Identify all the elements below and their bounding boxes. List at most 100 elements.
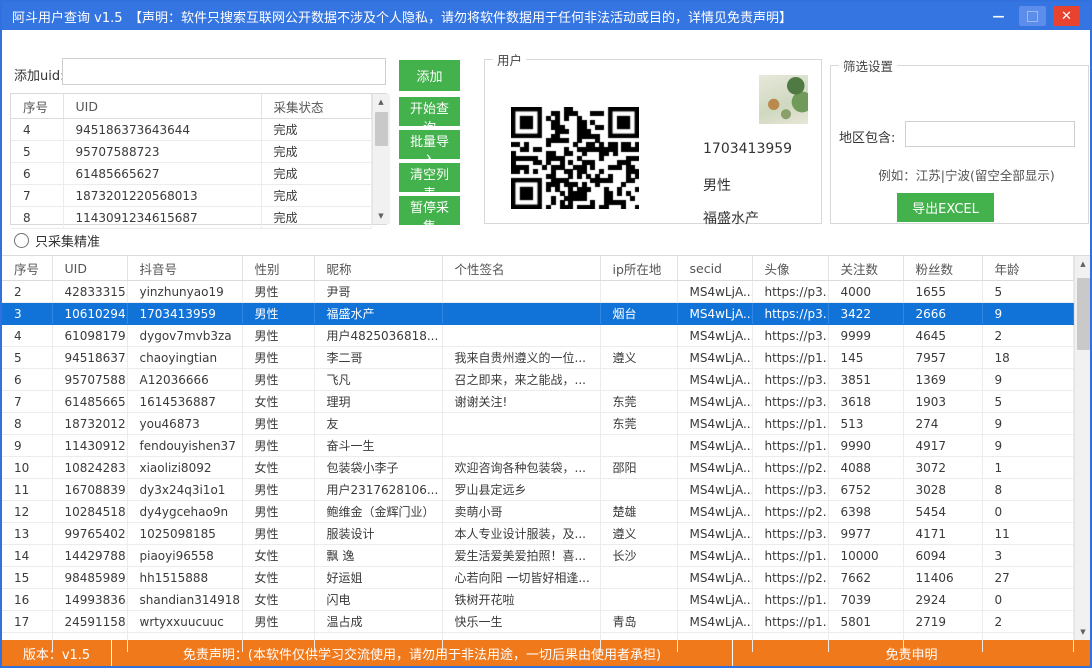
results-cell-secid[interactable]: MS4wLjA... (677, 589, 752, 611)
add-uid-input[interactable] (62, 58, 386, 85)
results-cell-uid[interactable]: 16708839... (52, 479, 127, 501)
results-cell-gender[interactable]: 男性 (242, 325, 314, 347)
results-cell-fans[interactable]: 1655 (903, 281, 982, 303)
results-cell-fans[interactable]: 1369 (903, 369, 982, 391)
results-cell-signature[interactable]: 我来自贵州遵义的一位... (442, 347, 600, 369)
results-cell-secid[interactable]: MS4wLjA... (677, 611, 752, 633)
results-cell-seq[interactable]: 3 (2, 303, 52, 325)
results-cell-following[interactable]: 9977 (828, 523, 903, 545)
results-cell-uid[interactable]: 42833315... (52, 281, 127, 303)
results-row[interactable]: 761485665...1614536887女性理玥谢谢关注!东莞MS4wLjA… (2, 391, 1073, 413)
results-col-seq[interactable]: 序号 (2, 256, 52, 281)
results-cell-avatar[interactable]: https://p3... (752, 303, 828, 325)
results-cell-age[interactable]: 27 (982, 567, 1073, 589)
results-cell-ip[interactable]: 长沙 (600, 545, 677, 567)
results-col-ip[interactable]: ip所在地 (600, 256, 677, 281)
results-cell-avatar[interactable]: https://p1... (752, 589, 828, 611)
results-cell-ip[interactable] (600, 281, 677, 303)
results-col-signature[interactable]: 个性签名 (442, 256, 600, 281)
results-cell-ip[interactable]: 遵义 (600, 347, 677, 369)
results-cell-nickname[interactable]: 理玥 (314, 391, 442, 413)
results-row[interactable]: 695707588...A12036666男性飞凡召之即来，来之能战，...MS… (2, 369, 1073, 391)
results-cell-signature[interactable] (442, 435, 600, 457)
results-cell-ip[interactable] (600, 479, 677, 501)
results-cell-gender[interactable]: 女性 (242, 567, 314, 589)
results-cell-gender[interactable]: 男性 (242, 611, 314, 633)
results-scrollbar[interactable]: ▲ ▼ (1074, 256, 1092, 640)
results-row[interactable]: 1614993836...shandian314918女性闪电铁树开花啦MS4w… (2, 589, 1073, 611)
results-cell-seq[interactable]: 15 (2, 567, 52, 589)
results-cell-douyin[interactable]: wrtyxxuucuuc (127, 611, 242, 633)
results-cell-avatar[interactable]: https://p3... (752, 479, 828, 501)
results-cell-age[interactable]: 11 (982, 523, 1073, 545)
scroll-up-icon[interactable]: ▲ (373, 94, 390, 110)
results-cell-following[interactable]: 4088 (828, 457, 903, 479)
add-button[interactable]: 添加 (399, 60, 460, 91)
results-cell-fans[interactable]: 5454 (903, 501, 982, 523)
results-cell-age[interactable]: 1 (982, 457, 1073, 479)
results-cell-age[interactable]: 9 (982, 303, 1073, 325)
results-cell-douyin[interactable]: piaoyi96558 (127, 545, 242, 567)
results-cell-ip[interactable]: 烟台 (600, 303, 677, 325)
results-cell-avatar[interactable]: https://p3... (752, 281, 828, 303)
results-cell-seq[interactable]: 8 (2, 413, 52, 435)
results-row[interactable]: 1210284518...dy4ygcehao9n男性鲍维金（金辉门业）卖萌小哥… (2, 501, 1073, 523)
radio-icon[interactable] (14, 233, 29, 248)
results-cell-age[interactable]: 2 (982, 325, 1073, 347)
results-row[interactable]: 310610294...1703413959男性福盛水产烟台MS4wLjA...… (2, 303, 1073, 325)
results-cell-nickname[interactable]: 尹哥 (314, 281, 442, 303)
uid-cell-seq[interactable]: 5 (11, 141, 63, 163)
results-cell-signature[interactable] (442, 281, 600, 303)
results-cell-avatar[interactable]: https://p3... (752, 369, 828, 391)
results-cell-gender[interactable]: 女性 (242, 545, 314, 567)
results-cell-gender[interactable]: 男性 (242, 413, 314, 435)
results-cell-signature[interactable]: 铁树开花啦 (442, 589, 600, 611)
results-cell-fans[interactable]: 4917 (903, 435, 982, 457)
results-cell-ip[interactable]: 东莞 (600, 413, 677, 435)
results-cell-signature[interactable] (442, 325, 600, 347)
results-cell-gender[interactable]: 男性 (242, 347, 314, 369)
results-cell-nickname[interactable]: 飞凡 (314, 369, 442, 391)
results-cell-ip[interactable]: 楚雄 (600, 501, 677, 523)
uid-cell-seq[interactable]: 7 (11, 185, 63, 207)
results-cell-age[interactable]: 5 (982, 281, 1073, 303)
uid-cell-status[interactable]: 完成 (261, 141, 371, 163)
results-cell-signature[interactable] (442, 303, 600, 325)
results-cell-fans[interactable]: 2666 (903, 303, 982, 325)
results-cell-following[interactable]: 4000 (828, 281, 903, 303)
batch-import-button[interactable]: 批量导入 (399, 130, 460, 159)
results-col-secid[interactable]: secid (677, 256, 752, 281)
results-cell-uid[interactable]: 95707588... (52, 369, 127, 391)
results-cell-following[interactable]: 5801 (828, 611, 903, 633)
results-cell-uid[interactable]: 99765402... (52, 523, 127, 545)
results-cell-douyin[interactable]: 1703413959 (127, 303, 242, 325)
results-cell-secid[interactable]: MS4wLjA... (677, 413, 752, 435)
results-cell-fans[interactable]: 4171 (903, 523, 982, 545)
results-cell-signature[interactable]: 本人专业设计服装，及... (442, 523, 600, 545)
results-cell-signature[interactable]: 卖萌小哥 (442, 501, 600, 523)
results-col-nickname[interactable]: 昵称 (314, 256, 442, 281)
results-cell-nickname[interactable]: 友 (314, 413, 442, 435)
results-cell-fans[interactable]: 1903 (903, 391, 982, 413)
results-cell-douyin[interactable]: fendouyishen37 (127, 435, 242, 457)
results-row[interactable]: 1598485989...hh1515888女性好运姐心若向阳 一切皆好相逢..… (2, 567, 1073, 589)
results-cell-seq[interactable]: 9 (2, 435, 52, 457)
results-cell-uid[interactable]: 98485989... (52, 567, 127, 589)
results-cell-secid[interactable]: MS4wLjA... (677, 391, 752, 413)
results-cell-gender[interactable]: 男性 (242, 435, 314, 457)
uid-cell-seq[interactable]: 8 (11, 207, 63, 229)
results-cell-following[interactable]: 7662 (828, 567, 903, 589)
uid-cell-status[interactable]: 完成 (261, 119, 371, 141)
results-cell-nickname[interactable]: 好运姐 (314, 567, 442, 589)
scroll-up-icon[interactable]: ▲ (1075, 256, 1092, 272)
results-row[interactable]: 242833315...yinzhunyao19男性尹哥MS4wLjA...ht… (2, 281, 1073, 303)
results-cell-seq[interactable]: 17 (2, 611, 52, 633)
results-cell-gender[interactable]: 男性 (242, 281, 314, 303)
results-cell-nickname[interactable]: 奋斗一生 (314, 435, 442, 457)
uid-col-uid[interactable]: UID (63, 94, 261, 119)
results-cell-signature[interactable] (442, 413, 600, 435)
results-cell-signature[interactable]: 欢迎咨询各种包装袋，... (442, 457, 600, 479)
results-cell-gender[interactable]: 男性 (242, 479, 314, 501)
results-cell-nickname[interactable]: 闪电 (314, 589, 442, 611)
results-cell-nickname[interactable]: 服装设计 (314, 523, 442, 545)
